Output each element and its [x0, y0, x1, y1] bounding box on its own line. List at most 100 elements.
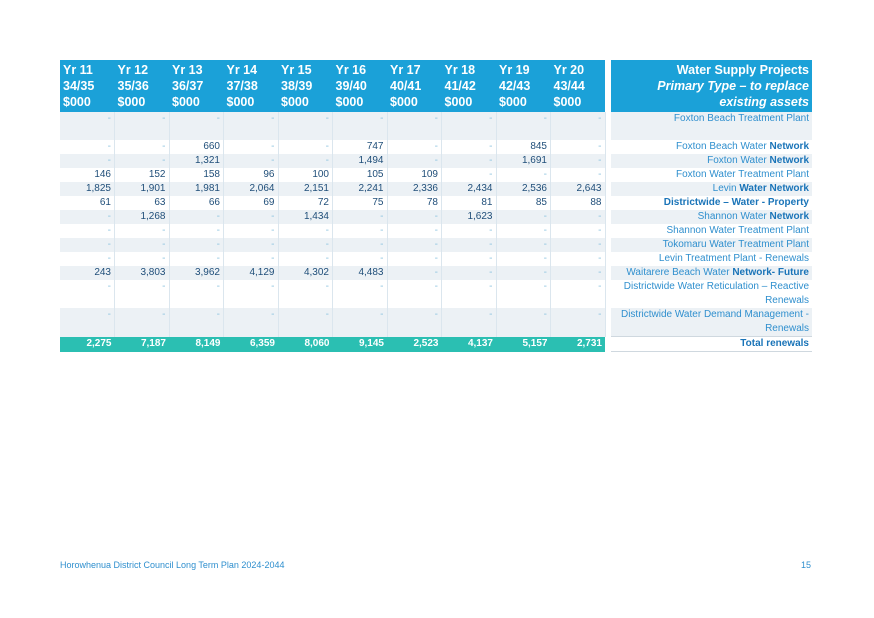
year-header-unit: $000	[117, 95, 146, 109]
value-cell: -	[332, 308, 388, 337]
year-column-header: Yr 20 43/44 $000	[550, 60, 605, 112]
value-cell: -	[441, 224, 497, 238]
year-header-yr: Yr 11	[63, 63, 93, 77]
year-header-span: 43/44	[553, 79, 585, 93]
value-cell: -	[387, 266, 442, 280]
value-cell: -	[550, 168, 606, 182]
year-header-span: 36/37	[172, 79, 204, 93]
project-name-cell: Foxton Water Treatment Plant	[611, 168, 812, 182]
project-name-cell: Levin Water Network	[611, 182, 812, 196]
total-row: 2,275 7,187 8,149 6,359 8,060 9,145 2,523 4,137…	[60, 336, 812, 352]
value-cell: 1,434	[278, 210, 333, 224]
value-cell: -	[223, 154, 279, 168]
year-column-header: Yr 12 35/36 $000	[114, 60, 169, 112]
year-header-unit: $000	[172, 95, 200, 109]
table-header-row: Yr 11 34/35 $000 Yr 12 35/36 $000 Yr 13 36/37 $0…	[60, 60, 812, 112]
project-header-title: Water Supply Projects	[676, 63, 809, 77]
year-header-yr: Yr 17	[390, 63, 421, 77]
year-header-unit: $000	[63, 95, 91, 109]
value-cell: 2,151	[278, 182, 333, 196]
table-row: - - - - - - - - - - Levin Treatment Plant - Renewa…	[60, 252, 812, 266]
total-value-cell: 8,060	[278, 336, 333, 352]
value-cell: -	[223, 140, 279, 154]
table-row: 243 3,803 3,962 4,129 4,302 4,483- - - - Waitarer…	[60, 266, 812, 280]
value-cell: -	[169, 252, 224, 266]
value-cell: 2,064	[223, 182, 279, 196]
project-name-text: Tokomaru Water Treatment Plant	[662, 239, 809, 250]
value-cell: -	[60, 280, 115, 308]
value-cell: -	[114, 140, 170, 154]
value-cell: 109	[387, 168, 442, 182]
value-cell: -	[441, 154, 497, 168]
value-cell: -	[387, 224, 442, 238]
project-name-text: Shannon Water	[697, 211, 770, 222]
value-cell: -	[496, 224, 551, 238]
value-cell: 78	[387, 196, 442, 210]
value-cell: 1,981	[169, 182, 224, 196]
value-cell: -	[169, 280, 224, 308]
value-cell: -	[60, 224, 115, 238]
value-cell: -	[441, 252, 497, 266]
table-row: - -1,321- -1,494- -1,691- Foxton Water Netwo…	[60, 154, 812, 168]
project-name-emphasis: Water Network	[739, 183, 809, 194]
value-cell: 66	[169, 196, 224, 210]
value-cell: 1,494	[332, 154, 388, 168]
total-value-cell: 2,731	[550, 336, 605, 352]
value-cell: -	[278, 224, 333, 238]
value-cell: 4,302	[278, 266, 333, 280]
value-cell: 69	[223, 196, 279, 210]
value-cell: 158	[169, 168, 224, 182]
project-name-text: Foxton Beach Treatment Plant	[673, 113, 809, 124]
value-cell: -	[496, 266, 551, 280]
value-cell: -	[60, 112, 115, 140]
year-column-header: Yr 14 37/38 $000	[223, 60, 278, 112]
value-cell: 845	[496, 140, 551, 154]
year-header-span: 34/35	[63, 79, 95, 93]
year-header-yr: Yr 14	[226, 63, 258, 77]
total-value-cell: 4,137	[441, 336, 496, 352]
value-cell: 747	[332, 140, 388, 154]
project-name-text: Waitarere Beach Water	[626, 267, 733, 278]
value-cell: -	[278, 140, 333, 154]
value-cell: 146	[60, 168, 115, 182]
year-header-span: 39/40	[335, 79, 367, 93]
value-cell: -	[496, 252, 551, 266]
total-label-cell: Total renewals	[611, 336, 812, 352]
project-name-cell: Foxton Beach Treatment Plant	[611, 112, 812, 140]
renewals-table-container: Yr 11 34/35 $000 Yr 12 35/36 $000 Yr 13 36/37 $0…	[60, 60, 812, 352]
value-cell: -	[332, 112, 388, 140]
year-column-header: Yr 19 42/43 $000	[496, 60, 551, 112]
footer-document-title: Horowhenua District Council Long Term Pl…	[60, 560, 285, 570]
year-column-header: Yr 18 41/42 $000	[441, 60, 496, 112]
value-cell: -	[278, 308, 333, 337]
value-cell: -	[441, 140, 497, 154]
value-cell: -	[223, 308, 279, 337]
project-name-text: Foxton Beach Water	[675, 141, 770, 152]
year-header-unit: $000	[335, 95, 364, 109]
value-cell: -	[496, 168, 551, 182]
value-cell: -	[114, 280, 170, 308]
project-name-emphasis: Network- Future	[732, 267, 809, 278]
value-cell: -	[387, 112, 442, 140]
project-name-emphasis: Districtwide – Water - Property	[663, 197, 809, 208]
value-cell: 105	[332, 168, 388, 182]
value-cell: 2,434	[441, 182, 497, 196]
value-cell: -	[223, 112, 279, 140]
value-cell: -	[550, 140, 606, 154]
value-cell: 100	[278, 168, 333, 182]
value-cell: -	[496, 238, 551, 252]
value-cell: -	[169, 210, 224, 224]
value-cell: 2,241	[332, 182, 388, 196]
value-cell: 152	[114, 168, 170, 182]
value-cell: -	[114, 112, 170, 140]
value-cell: -	[550, 252, 606, 266]
year-header-unit: $000	[499, 95, 527, 109]
value-cell: 72	[278, 196, 333, 210]
value-cell: -	[278, 238, 333, 252]
value-cell: -	[496, 112, 551, 140]
value-cell: -	[387, 154, 442, 168]
value-cell: 96	[223, 168, 279, 182]
project-name-cell: Foxton Beach Water Network	[611, 140, 812, 154]
table-body: - - - - - - - - - - Foxton Beach Treatment Plant - -…	[60, 112, 812, 352]
value-cell: -	[114, 238, 170, 252]
